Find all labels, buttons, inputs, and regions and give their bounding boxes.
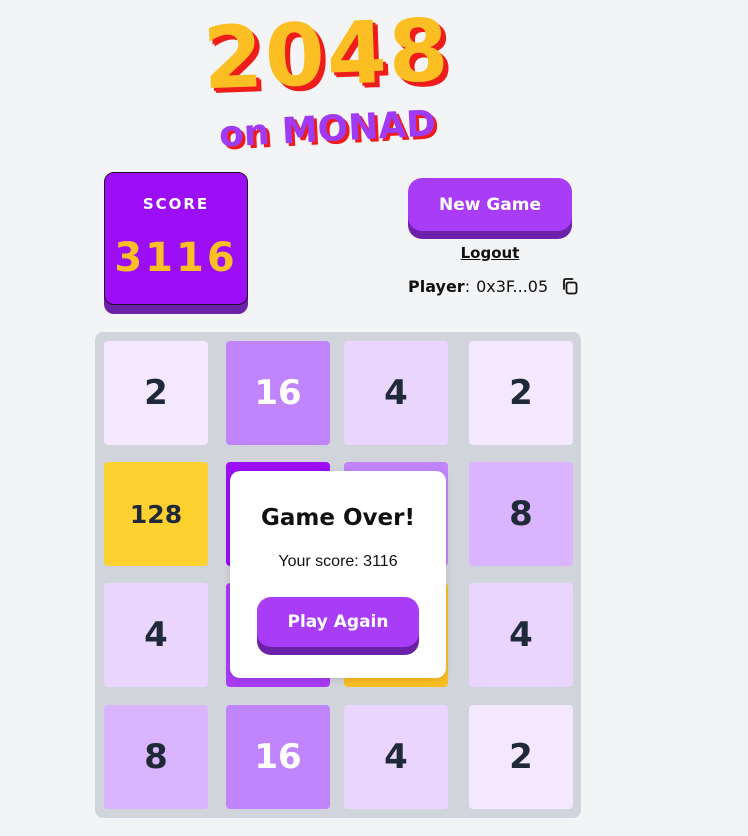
player-address: 0x3F...05 <box>476 276 549 296</box>
tile-r4-c4: 2 <box>469 705 573 809</box>
score-card: SCORE 3116 <box>104 172 248 305</box>
logo-title: 2048 <box>201 0 453 110</box>
modal-title: Game Over! <box>261 505 415 531</box>
tile-r3-c1: 4 <box>104 583 208 687</box>
tile-r2-c1: 128 <box>104 462 208 566</box>
game-page: 2048 on MONAD SCORE 3116 New Game Logout… <box>0 0 748 836</box>
game-over-modal: Game Over! Your score: 3116 Play Again <box>230 471 446 678</box>
player-info: Player: 0x3F...05 <box>408 276 580 296</box>
tile-r3-c4: 4 <box>469 583 573 687</box>
score-label: SCORE <box>142 195 210 213</box>
play-again-button[interactable]: Play Again <box>257 597 419 647</box>
tile-r4-c1: 8 <box>104 705 208 809</box>
tile-r1-c4: 2 <box>469 341 573 445</box>
tile-r4-c3: 4 <box>344 705 448 809</box>
player-separator: : <box>464 276 471 296</box>
copy-icon[interactable] <box>560 276 580 296</box>
tile-r4-c2: 16 <box>226 705 330 809</box>
logout-link[interactable]: Logout <box>408 244 572 262</box>
score-value: 3116 <box>114 235 238 281</box>
tile-r1-c1: 2 <box>104 341 208 445</box>
tile-r1-c2: 16 <box>226 341 330 445</box>
tile-r1-c3: 4 <box>344 341 448 445</box>
tile-r2-c4: 8 <box>469 462 573 566</box>
modal-score-text: Your score: 3116 <box>278 553 398 570</box>
logo: 2048 on MONAD <box>195 1 495 162</box>
logo-subtitle: on MONAD <box>218 103 438 156</box>
player-label: Player <box>408 276 465 296</box>
new-game-button[interactable]: New Game <box>408 178 572 231</box>
